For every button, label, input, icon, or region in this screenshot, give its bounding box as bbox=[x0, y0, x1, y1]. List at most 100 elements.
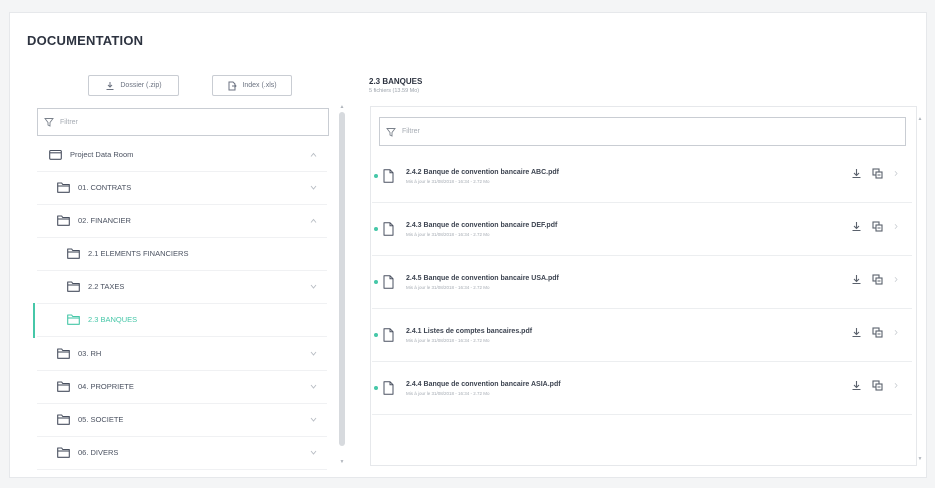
chevron-up-icon[interactable] bbox=[310, 218, 317, 223]
tree-item-label: 2.3 BANQUES bbox=[88, 315, 138, 324]
file-actions bbox=[851, 327, 900, 338]
file-row[interactable]: 2.4.4 Banque de convention bancaire ASIA… bbox=[372, 362, 912, 415]
tree-item-label: Project Data Room bbox=[70, 150, 134, 159]
chevron-down-icon[interactable] bbox=[310, 284, 317, 289]
tree-item[interactable]: 2.2 TAXES bbox=[37, 270, 327, 304]
unread-dot bbox=[374, 386, 378, 390]
filter-icon bbox=[386, 127, 396, 137]
document-icon bbox=[383, 222, 394, 236]
document-icon bbox=[383, 169, 394, 183]
file-meta: Mis à jour le 31/08/2018 - 16:34 - 2.72 … bbox=[406, 390, 490, 396]
scroll-up-arrow-icon[interactable]: ▲ bbox=[339, 104, 345, 110]
chevron-right-icon[interactable] bbox=[893, 381, 900, 390]
folder-icon bbox=[57, 182, 70, 193]
chevron-down-icon[interactable] bbox=[310, 185, 317, 190]
download-icon[interactable] bbox=[851, 168, 862, 179]
scroll-down-arrow-icon[interactable]: ▼ bbox=[339, 459, 345, 465]
file-actions bbox=[851, 168, 900, 179]
folder-icon bbox=[67, 281, 80, 292]
folder-icon bbox=[67, 314, 80, 325]
tree-item[interactable]: 2.1 ELEMENTS FINANCIERS bbox=[37, 237, 327, 271]
file-name: 2.4.5 Banque de convention bancaire USA.… bbox=[406, 274, 559, 282]
chevron-down-icon[interactable] bbox=[310, 450, 317, 455]
file-meta: Mis à jour le 31/08/2018 - 16:34 - 2.72 … bbox=[406, 284, 490, 290]
download-icon[interactable] bbox=[851, 327, 862, 338]
tree-item[interactable]: 03. RH bbox=[37, 337, 327, 371]
unread-dot bbox=[374, 227, 378, 231]
unread-dot bbox=[374, 333, 378, 337]
download-icon[interactable] bbox=[851, 380, 862, 391]
page-title: DOCUMENTATION bbox=[27, 33, 144, 48]
tree-item-label: 03. RH bbox=[78, 349, 102, 358]
folder-icon bbox=[57, 447, 70, 458]
tree-scrollbar[interactable] bbox=[339, 112, 345, 446]
file-meta: Mis à jour le 31/08/2018 - 16:34 - 2.72 … bbox=[406, 178, 490, 184]
tree-item-label: 2.2 TAXES bbox=[88, 282, 125, 291]
copy-files-icon[interactable] bbox=[872, 327, 883, 338]
active-indicator bbox=[33, 303, 35, 338]
file-scroll-down-arrow-icon[interactable]: ▼ bbox=[917, 456, 923, 462]
document-icon bbox=[383, 275, 394, 289]
folder-icon bbox=[67, 248, 80, 259]
download-icon bbox=[106, 81, 114, 90]
folder-icon bbox=[57, 381, 70, 392]
file-info: 2.4.4 Banque de convention bancaire ASIA… bbox=[406, 381, 561, 396]
filter-icon bbox=[44, 118, 54, 127]
copy-files-icon[interactable] bbox=[872, 380, 883, 391]
tree-item[interactable]: 2.3 BANQUES bbox=[37, 303, 327, 337]
tree-item-label: 06. DIVERS bbox=[78, 448, 119, 457]
tree-item[interactable]: 05. SOCIETE bbox=[37, 403, 327, 437]
file-row[interactable]: 2.4.3 Banque de convention bancaire DEF.… bbox=[372, 203, 912, 256]
file-row[interactable]: 2.4.1 Listes de comptes bancaires.pdf Mi… bbox=[372, 309, 912, 362]
file-info: 2.4.2 Banque de convention bancaire ABC.… bbox=[406, 169, 559, 184]
folder-icon bbox=[57, 414, 70, 425]
download-dossier-label: Dossier (.zip) bbox=[120, 82, 162, 89]
document-icon bbox=[383, 328, 394, 342]
chevron-right-icon[interactable] bbox=[893, 169, 900, 178]
tree-item-label: 2.1 ELEMENTS FINANCIERS bbox=[88, 249, 189, 258]
tree-filter-input[interactable]: Filtrer bbox=[37, 108, 329, 136]
copy-files-icon[interactable] bbox=[872, 168, 883, 179]
file-filter-placeholder: Filtrer bbox=[402, 128, 420, 135]
chevron-down-icon[interactable] bbox=[310, 351, 317, 356]
tree-item-label: 05. SOCIETE bbox=[78, 415, 124, 424]
file-actions bbox=[851, 274, 900, 285]
file-scroll-up-arrow-icon[interactable]: ▲ bbox=[917, 116, 923, 122]
chevron-right-icon[interactable] bbox=[893, 275, 900, 284]
file-name: 2.4.1 Listes de comptes bancaires.pdf bbox=[406, 327, 533, 335]
tree-item[interactable]: 01. CONTRATS bbox=[37, 171, 327, 205]
file-row[interactable]: 2.4.2 Banque de convention bancaire ABC.… bbox=[372, 150, 912, 203]
file-row[interactable]: 2.4.5 Banque de convention bancaire USA.… bbox=[372, 256, 912, 309]
unread-dot bbox=[374, 174, 378, 178]
document-icon bbox=[383, 381, 394, 395]
download-dossier-button[interactable]: Dossier (.zip) bbox=[88, 75, 179, 96]
file-meta: Mis à jour le 31/08/2018 - 16:34 - 2.72 … bbox=[406, 337, 490, 343]
export-index-button[interactable]: Index (.xls) bbox=[212, 75, 292, 96]
tree-item-label: 04. PROPRIETE bbox=[78, 382, 134, 391]
file-meta: Mis à jour le 31/08/2018 - 16:34 - 2.72 … bbox=[406, 231, 490, 237]
folder-title: 2.3 BANQUES bbox=[369, 77, 423, 86]
tree-item-label: 01. CONTRATS bbox=[78, 183, 132, 192]
export-index-label: Index (.xls) bbox=[242, 82, 277, 89]
chevron-up-icon[interactable] bbox=[310, 152, 317, 157]
folder-root-icon bbox=[49, 149, 62, 160]
tree-item[interactable]: Project Data Room bbox=[37, 138, 327, 172]
folder-icon bbox=[57, 348, 70, 359]
tree-item[interactable]: 06. DIVERS bbox=[37, 436, 327, 470]
copy-files-icon[interactable] bbox=[872, 274, 883, 285]
chevron-right-icon[interactable] bbox=[893, 222, 900, 231]
chevron-down-icon[interactable] bbox=[310, 384, 317, 389]
tree-item[interactable]: 04. PROPRIETE bbox=[37, 370, 327, 404]
file-name: 2.4.4 Banque de convention bancaire ASIA… bbox=[406, 380, 561, 388]
chevron-down-icon[interactable] bbox=[310, 417, 317, 422]
file-info: 2.4.5 Banque de convention bancaire USA.… bbox=[406, 275, 559, 290]
download-icon[interactable] bbox=[851, 221, 862, 232]
tree-item-label: 02. FINANCIER bbox=[78, 216, 131, 225]
file-filter-input[interactable]: Filtrer bbox=[379, 117, 906, 146]
chevron-right-icon[interactable] bbox=[893, 328, 900, 337]
file-info: 2.4.3 Banque de convention bancaire DEF.… bbox=[406, 222, 557, 237]
download-icon[interactable] bbox=[851, 274, 862, 285]
tree-item[interactable]: 02. FINANCIER bbox=[37, 204, 327, 238]
copy-files-icon[interactable] bbox=[872, 221, 883, 232]
unread-dot bbox=[374, 280, 378, 284]
